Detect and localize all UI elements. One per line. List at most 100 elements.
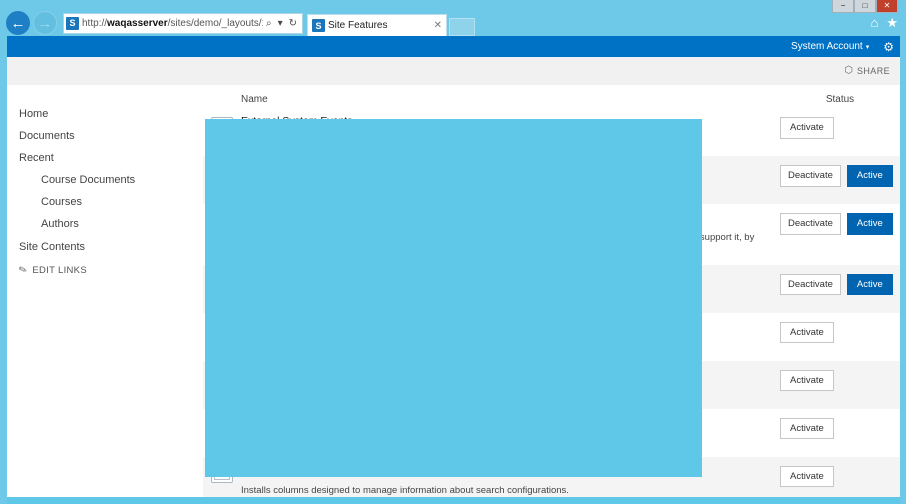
pencil-icon: ✎	[17, 263, 30, 277]
puzzle-piece-icon	[211, 369, 233, 387]
sidebar-item-course-documents[interactable]: Course Documents	[19, 174, 203, 186]
feature-name: Minimal Download Strategy	[241, 211, 369, 223]
window-controls: − □ ✕	[832, 0, 898, 13]
feature-actions: Deactivate Active	[780, 272, 900, 296]
feature-name: External System Events	[241, 115, 353, 127]
back-arrow-icon: ←	[10, 14, 26, 32]
feature-icon-cell	[203, 163, 241, 182]
feature-description: Adds the Contacts list and the page used…	[241, 388, 477, 400]
feature-icon-cell	[203, 464, 241, 483]
forward-button[interactable]: →	[33, 11, 57, 35]
table-row: External System Events This feature enabl…	[203, 108, 900, 156]
feature-icon-cell	[203, 115, 241, 134]
tab-site-features[interactable]: S Site Features ✕	[307, 14, 447, 36]
share-label: SHARE	[856, 66, 890, 76]
share-icon: ⬡	[844, 65, 853, 76]
feature-actions: Deactivate Active	[780, 211, 900, 235]
refresh-icon[interactable]: ↻	[289, 18, 297, 29]
deactivate-button[interactable]: Deactivate	[780, 213, 841, 235]
chevron-down-icon[interactable]: ▾	[866, 43, 870, 51]
feature-info: Search Config Data Site Columns Installs …	[241, 464, 780, 498]
selection-overlay-bottom	[7, 497, 900, 504]
site-top-band: ⬡ SHARE	[7, 57, 900, 86]
edit-links-button[interactable]: ✎ EDIT LINKS	[17, 263, 203, 277]
puzzle-piece-icon	[211, 465, 233, 483]
feature-info: External System Events This feature enabl…	[241, 115, 780, 149]
tab-favicon: S	[312, 19, 325, 32]
chrome-edge-left	[0, 36, 7, 504]
search-icon[interactable]: ⌕	[266, 18, 272, 29]
url-text: http://waqasserver/sites/demo/_layouts/1…	[82, 17, 263, 29]
table-row: Offline Synchronization for External Lis…	[203, 313, 900, 361]
table-row: Search Config Data Content Types Installs…	[203, 409, 900, 457]
feature-name: Getting Started	[241, 163, 312, 175]
feature-description: Provides a tile view experience for comm…	[241, 184, 527, 196]
feature-description: This feature enables Alerts and Event Re…	[241, 136, 651, 148]
favorites-icon[interactable]: ★	[886, 16, 898, 29]
table-row: Getting Started Provides a tile view expe…	[203, 156, 900, 204]
puzzle-piece-icon	[211, 117, 233, 134]
feature-description: Installs columns designed to manage info…	[241, 484, 569, 496]
maximize-button[interactable]: □	[854, 0, 876, 13]
table-row: Minimal Download Strategy A technique tha…	[203, 204, 900, 265]
deactivate-button[interactable]: Deactivate	[780, 165, 841, 187]
sidebar-navigation: Home Documents Recent Course Documents C…	[7, 86, 203, 504]
feature-description: A technique that delivers a faster and m…	[241, 232, 755, 257]
status-badge: Active	[846, 273, 893, 296]
feature-name: Search Config Data Content Types	[241, 415, 404, 428]
feature-info: Sample Feature Adds the Contacts list and…	[241, 368, 780, 402]
tab-title: Site Features	[328, 20, 388, 31]
features-table-header: Name Status	[203, 86, 900, 108]
forward-arrow-icon: →	[37, 14, 53, 32]
feature-info: Getting Started Provides a tile view expe…	[241, 163, 780, 197]
column-header-name: Name	[241, 94, 268, 105]
sidebar-item-documents[interactable]: Documents	[19, 130, 203, 142]
suite-bar: System Account ▾ ⚙	[7, 36, 900, 57]
new-tab-button[interactable]	[449, 18, 475, 36]
feature-actions: Activate	[780, 368, 900, 392]
puzzle-piece-icon	[211, 213, 233, 230]
activate-button[interactable]: Activate	[780, 369, 834, 392]
gear-icon[interactable]: ⚙	[883, 41, 894, 53]
feature-description: Provide document library and other lists…	[241, 292, 642, 304]
activate-button[interactable]: Activate	[780, 465, 834, 488]
features-content: Name Status External System Events This f…	[203, 86, 900, 504]
address-bar[interactable]: S http://waqasserver/sites/demo/_layouts…	[63, 12, 303, 34]
sidebar-item-courses[interactable]: Courses	[19, 196, 203, 208]
feature-info: Search Config Data Content Types Installs…	[241, 416, 780, 450]
sidebar-item-recent[interactable]: Recent	[19, 152, 203, 164]
chevron-down-icon[interactable]: ▾	[278, 18, 283, 29]
feature-info: Mobile Browser View Provide document libr…	[241, 272, 780, 306]
table-row: Sample Feature Adds the Contacts list and…	[203, 360, 900, 409]
feature-actions: Activate	[780, 115, 900, 139]
close-icon[interactable]: ✕	[434, 20, 442, 31]
status-badge: Active	[846, 213, 893, 235]
deactivate-button[interactable]: Deactivate	[780, 273, 841, 296]
sidebar-item-authors[interactable]: Authors	[19, 218, 203, 230]
feature-name: Sample Feature	[241, 367, 316, 380]
status-badge: Active	[846, 165, 893, 187]
back-button[interactable]: ←	[6, 11, 30, 35]
feature-info: Offline Synchronization for External Lis…	[241, 320, 780, 354]
account-name[interactable]: System Account	[791, 41, 863, 52]
sidebar-item-home[interactable]: Home	[19, 108, 203, 120]
share-button[interactable]: ⬡ SHARE	[844, 65, 890, 77]
puzzle-piece-icon	[211, 273, 233, 291]
features-table-rows: External System Events This feature enabl…	[203, 108, 900, 504]
activate-button[interactable]: Activate	[780, 417, 834, 440]
activate-button[interactable]: Activate	[780, 117, 834, 139]
feature-name: Search Config Data Site Columns	[241, 463, 398, 476]
browser-navigation-bar: ← → S http://waqasserver/sites/demo/_lay…	[0, 10, 906, 36]
home-icon[interactable]: ⌂	[870, 16, 878, 29]
puzzle-piece-icon	[211, 417, 233, 435]
feature-icon-cell	[203, 211, 241, 230]
close-button[interactable]: ✕	[876, 0, 898, 13]
chrome-edge-right	[900, 36, 906, 504]
activate-button[interactable]: Activate	[780, 321, 834, 344]
sidebar-item-site-contents[interactable]: Site Contents	[19, 241, 203, 253]
puzzle-piece-icon	[211, 321, 233, 339]
tab-strip: S Site Features ✕	[307, 10, 475, 36]
feature-icon-cell	[203, 416, 241, 435]
minimize-button[interactable]: −	[832, 0, 854, 13]
feature-name: Offline Synchronization for External Lis…	[241, 319, 430, 332]
